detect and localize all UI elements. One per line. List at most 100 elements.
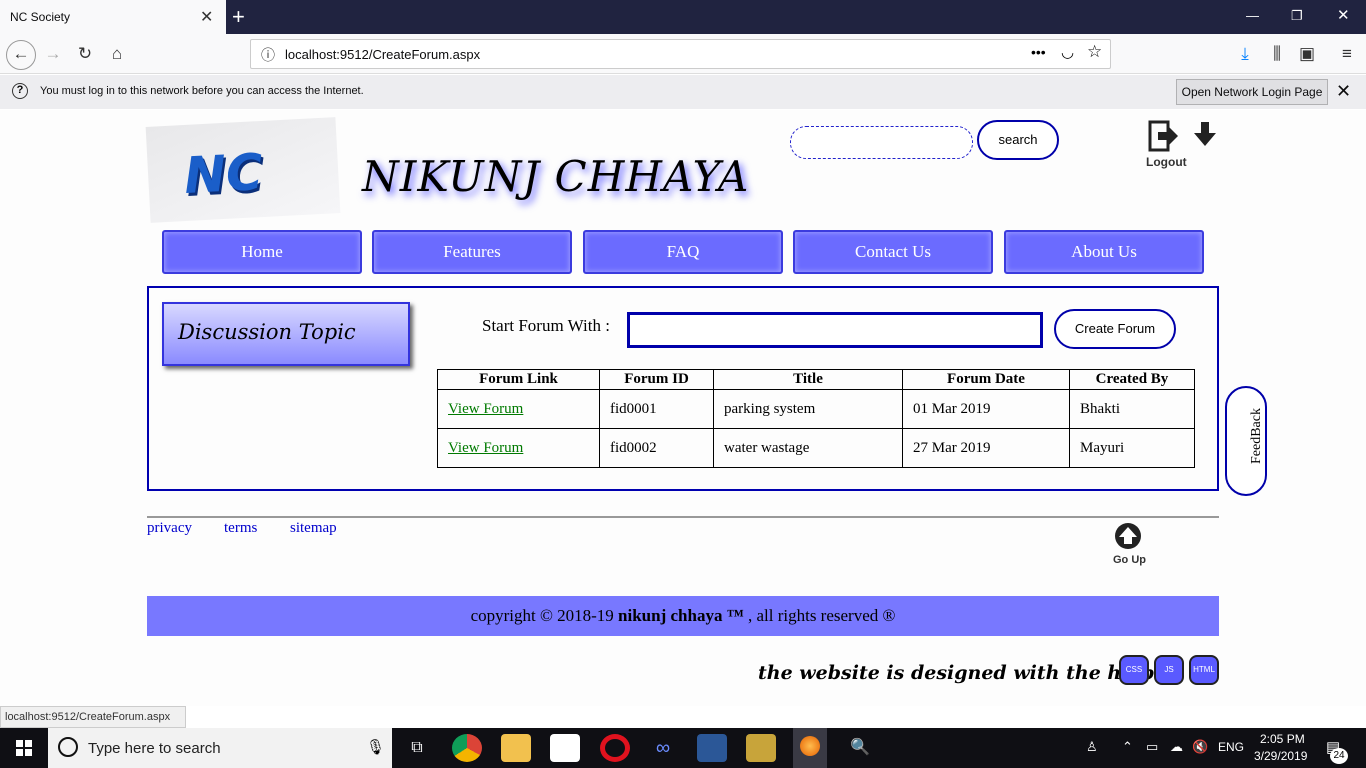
column-header: Title: [713, 369, 903, 390]
table-cell: fid0001: [599, 389, 714, 429]
taskbar-search-placeholder: Type here to search: [88, 740, 221, 757]
table-cell: Bhakti: [1069, 389, 1195, 429]
clock-time[interactable]: 2:05 PM: [1260, 732, 1305, 746]
discussion-topic-box: Discussion Topic: [162, 302, 410, 366]
open-login-page-button[interactable]: Open Network Login Page: [1176, 79, 1328, 105]
forward-arrow-icon[interactable]: →: [40, 42, 66, 68]
windows-start-icon[interactable]: [0, 728, 48, 768]
word-icon[interactable]: [697, 734, 727, 762]
create-forum-button[interactable]: Create Forum: [1054, 309, 1176, 349]
opera-icon[interactable]: [600, 734, 630, 762]
view-forum-link[interactable]: View Forum: [448, 440, 523, 456]
forum-table: Forum Link Forum ID Title Forum Date Cre…: [437, 369, 1195, 468]
table-cell: View Forum: [437, 389, 600, 429]
table-cell: 01 Mar 2019: [902, 389, 1070, 429]
nav-faq[interactable]: FAQ: [583, 230, 783, 274]
table-row: View Forum fid0002 water wastage 27 Mar …: [437, 428, 1195, 468]
url-bar[interactable]: ⓘ localhost:9512/CreateForum.aspx ••• ◡ …: [250, 39, 1111, 69]
nav-contact-us[interactable]: Contact Us: [793, 230, 993, 274]
column-header: Forum Date: [902, 369, 1070, 390]
bookmark-star-icon[interactable]: ☆: [1087, 42, 1102, 62]
column-header: Created By: [1069, 369, 1195, 390]
footer-divider: [147, 516, 1219, 518]
magnifier-icon[interactable]: 🔍: [845, 734, 875, 762]
download-arrow-icon[interactable]: [1194, 122, 1216, 146]
notice-text: You must log in to this network before y…: [40, 85, 364, 97]
taskbar-search-box[interactable]: Type here to search 🎙: [48, 728, 392, 768]
column-header: Forum Link: [437, 369, 600, 390]
windows-taskbar: Type here to search 🎙 ⧉ ∞ 🔍 ♙ ⌃ ▭ ☁ 🔇 EN…: [0, 728, 1366, 768]
view-forum-link[interactable]: View Forum: [448, 401, 523, 417]
credit-text: the website is designed with the help of: [758, 662, 1182, 684]
file-explorer-icon[interactable]: [501, 734, 531, 762]
forum-topic-input[interactable]: [627, 312, 1043, 348]
copyright-bar: copyright © 2018-19 nikunj chhaya ™ , al…: [147, 596, 1219, 636]
table-header-row: Forum Link Forum ID Title Forum Date Cre…: [437, 369, 1195, 390]
reload-icon[interactable]: ↻: [72, 42, 98, 68]
cortana-icon: [58, 737, 78, 757]
back-arrow-icon[interactable]: ←: [6, 40, 36, 70]
status-url: localhost:9512/CreateForum.aspx: [0, 706, 186, 728]
nav-about-us[interactable]: About Us: [1004, 230, 1204, 274]
library-icon[interactable]: ⫼: [1264, 42, 1290, 68]
restore-icon[interactable]: ❐: [1291, 8, 1303, 24]
table-cell: parking system: [713, 389, 903, 429]
logout-icon[interactable]: [1148, 120, 1178, 152]
minimize-icon[interactable]: —: [1246, 8, 1259, 23]
terms-link[interactable]: terms: [224, 520, 257, 537]
site-title: NIKUNJ CHHAYA: [362, 152, 750, 201]
start-forum-label: Start Forum With :: [482, 316, 610, 335]
people-icon[interactable]: ♙: [1086, 739, 1098, 755]
volume-mute-icon[interactable]: 🔇: [1192, 739, 1208, 755]
sidebar-icon[interactable]: ▣: [1294, 42, 1320, 68]
firefox-taskbar-active[interactable]: [793, 728, 827, 768]
firefox-icon: [800, 736, 820, 756]
feedback-label: FeedBack: [1248, 408, 1264, 464]
site-info-icon[interactable]: ⓘ: [261, 45, 275, 65]
browser-tab[interactable]: NC Society ✕: [0, 0, 226, 34]
js-badge: JS: [1154, 655, 1184, 685]
chevron-up-icon[interactable]: ⌃: [1122, 739, 1133, 755]
table-cell: water wastage: [713, 428, 903, 468]
close-notice-icon[interactable]: ✕: [1336, 81, 1351, 102]
help-icon: ?: [12, 83, 28, 99]
go-up-icon[interactable]: [1114, 522, 1142, 550]
css-badge: CSS: [1119, 655, 1149, 685]
table-row: View Forum fid0001 parking system 01 Mar…: [437, 389, 1195, 429]
infinity-app-icon[interactable]: ∞: [648, 734, 678, 762]
browser-nav-bar: ← → ↻ ⌂ ⓘ localhost:9512/CreateForum.asp…: [0, 34, 1366, 74]
pocket-icon[interactable]: ◡: [1061, 43, 1074, 61]
menu-hamburger-icon[interactable]: ≡: [1334, 42, 1360, 68]
nav-features[interactable]: Features: [372, 230, 572, 274]
search-input[interactable]: [790, 126, 973, 159]
go-up-label[interactable]: Go Up: [1113, 554, 1146, 566]
nav-home[interactable]: Home: [162, 230, 362, 274]
privacy-link[interactable]: privacy: [147, 520, 192, 537]
store-icon[interactable]: [550, 734, 580, 762]
url-text: localhost:9512/CreateForum.aspx: [285, 47, 481, 62]
task-view-icon[interactable]: ⧉: [402, 734, 432, 762]
page-actions-icon[interactable]: •••: [1031, 44, 1046, 60]
column-header: Forum ID: [599, 369, 714, 390]
home-icon[interactable]: ⌂: [104, 42, 130, 68]
download-icon[interactable]: ⤓: [1232, 42, 1258, 68]
close-window-icon[interactable]: ✕: [1337, 6, 1350, 24]
browser-tab-bar: NC Society ✕ + — ❐ ✕: [0, 0, 1366, 34]
battery-icon[interactable]: ▭: [1146, 739, 1158, 755]
logout-label[interactable]: Logout: [1146, 155, 1187, 169]
tools-icon[interactable]: [746, 734, 776, 762]
html-badge: HTML: [1189, 655, 1219, 685]
tab-close-icon[interactable]: ✕: [200, 7, 213, 27]
site-logo[interactable]: NC: [145, 117, 341, 223]
table-cell: Mayuri: [1069, 428, 1195, 468]
language-indicator[interactable]: ENG: [1218, 740, 1244, 754]
search-button[interactable]: search: [977, 120, 1059, 160]
chrome-icon[interactable]: [452, 734, 482, 762]
feedback-button[interactable]: FeedBack: [1225, 386, 1267, 496]
clock-date[interactable]: 3/29/2019: [1254, 749, 1307, 763]
table-cell: View Forum: [437, 428, 600, 468]
sitemap-link[interactable]: sitemap: [290, 520, 337, 537]
new-tab-icon[interactable]: +: [232, 4, 245, 30]
microphone-icon[interactable]: 🎙: [366, 738, 385, 756]
network-icon[interactable]: ☁: [1170, 739, 1183, 755]
